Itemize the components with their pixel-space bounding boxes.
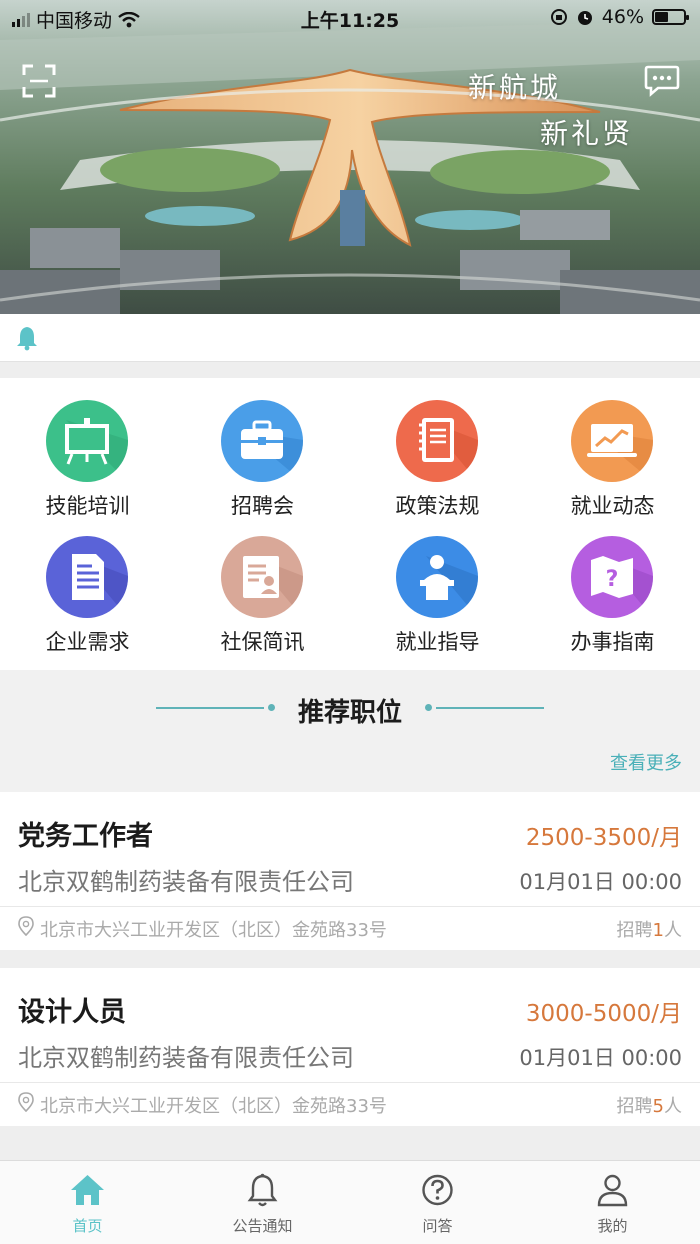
help-map-icon: ? bbox=[571, 536, 653, 618]
location-pin-icon bbox=[18, 1092, 34, 1112]
profile-card-icon bbox=[221, 536, 303, 618]
grid-item-label: 办事指南 bbox=[570, 630, 655, 654]
scan-icon[interactable] bbox=[22, 64, 56, 98]
easel-icon bbox=[46, 400, 128, 482]
grid-item-employment-guidance[interactable]: 就业指导 bbox=[350, 514, 525, 654]
job-company: 北京双鹤制药装备有限责任公司 bbox=[18, 868, 354, 896]
hire-prefix: 招聘 bbox=[616, 1096, 653, 1117]
home-icon bbox=[71, 1175, 104, 1205]
lecturer-icon bbox=[396, 536, 478, 618]
job-salary: 3000-5000/月 bbox=[525, 1001, 682, 1027]
slogan-line-1: 新航城 bbox=[468, 71, 562, 104]
battery-icon bbox=[652, 9, 689, 25]
grid-item-employment-news[interactable]: 就业动态 bbox=[525, 378, 700, 518]
hire-number: 1 bbox=[652, 920, 664, 941]
bell-icon bbox=[247, 1173, 278, 1207]
tab-mine[interactable]: 我的 bbox=[525, 1161, 700, 1244]
user-icon bbox=[597, 1174, 628, 1207]
job-title: 设计人员 bbox=[18, 997, 126, 1028]
rotation-lock-icon bbox=[550, 9, 567, 25]
tab-label: 我的 bbox=[597, 1217, 628, 1235]
job-card[interactable]: 设计人员 3000-5000/月 北京双鹤制药装备有限责任公司 01月01日 0… bbox=[0, 968, 700, 1126]
status-bar: 中国移动 上午11:25 46% bbox=[0, 0, 700, 36]
message-icon[interactable] bbox=[644, 64, 680, 98]
job-company: 北京双鹤制药装备有限责任公司 bbox=[18, 1044, 354, 1072]
job-card[interactable]: 党务工作者 2500-3500/月 北京双鹤制药装备有限责任公司 01月01日 … bbox=[0, 792, 700, 950]
job-title: 党务工作者 bbox=[18, 821, 153, 852]
grid-item-policy[interactable]: 政策法规 bbox=[350, 378, 525, 518]
job-address: 北京市大兴工业开发区（北区）金苑路33号 bbox=[40, 1096, 387, 1117]
view-more-link[interactable]: 查看更多 bbox=[610, 749, 682, 775]
title-divider-right bbox=[436, 707, 544, 709]
tab-qa[interactable]: 问答 bbox=[350, 1161, 525, 1244]
hire-number: 5 bbox=[652, 1096, 664, 1117]
recommended-jobs-header: 推荐职位 查看更多 bbox=[0, 670, 700, 792]
trend-chart-icon bbox=[571, 400, 653, 482]
feature-grid: 技能培训 招聘会 政策法规 就业动态 企业需求 社保简讯 就业指导 ? 办事指南 bbox=[0, 378, 700, 670]
grid-item-enterprise-demand[interactable]: 企业需求 bbox=[0, 514, 175, 654]
status-right: 46% bbox=[550, 6, 689, 28]
briefcase-icon bbox=[221, 400, 303, 482]
hire-suffix: 人 bbox=[664, 1096, 682, 1117]
job-hire-count: 招聘1人 bbox=[617, 916, 682, 942]
document-icon bbox=[46, 536, 128, 618]
airport-aerial-image bbox=[0, 0, 700, 314]
grid-item-label: 社保简讯 bbox=[220, 630, 305, 654]
svg-text:?: ? bbox=[606, 567, 619, 592]
tab-home[interactable]: 首页 bbox=[0, 1161, 175, 1244]
hire-prefix: 招聘 bbox=[616, 920, 653, 941]
job-hire-count: 招聘5人 bbox=[617, 1092, 682, 1118]
battery-percent: 46% bbox=[601, 6, 644, 28]
grid-item-social-security[interactable]: 社保简讯 bbox=[175, 514, 350, 654]
slogan-line-2: 新礼贤 bbox=[540, 117, 634, 150]
bell-icon bbox=[17, 327, 37, 351]
grid-item-label: 就业指导 bbox=[395, 630, 480, 654]
notebook-icon bbox=[396, 400, 478, 482]
alarm-icon bbox=[577, 11, 592, 25]
tab-label: 首页 bbox=[72, 1217, 103, 1235]
title-dot-right bbox=[425, 704, 432, 711]
card-divider bbox=[0, 1082, 700, 1083]
tab-label: 问答 bbox=[422, 1217, 453, 1235]
tab-announcements[interactable]: 公告通知 bbox=[175, 1161, 350, 1244]
grid-item-service-guide[interactable]: ? 办事指南 bbox=[525, 514, 700, 654]
hero-banner[interactable]: 中国移动 上午11:25 46% 新航城 新礼贤 bbox=[0, 0, 700, 314]
grid-item-skill-training[interactable]: 技能培训 bbox=[0, 378, 175, 518]
notice-bar[interactable] bbox=[0, 314, 700, 362]
job-salary: 2500-3500/月 bbox=[525, 825, 682, 851]
hire-suffix: 人 bbox=[664, 920, 682, 941]
job-address: 北京市大兴工业开发区（北区）金苑路33号 bbox=[40, 920, 387, 941]
tab-label: 公告通知 bbox=[232, 1217, 293, 1235]
job-date: 01月01日 00:00 bbox=[519, 870, 682, 894]
question-icon bbox=[422, 1174, 453, 1206]
grid-item-label: 企业需求 bbox=[45, 630, 130, 654]
card-divider bbox=[0, 906, 700, 907]
job-date: 01月01日 00:00 bbox=[519, 1046, 682, 1070]
bottom-tab-bar: 首页 公告通知 问答 我的 bbox=[0, 1160, 700, 1244]
grid-item-job-fair[interactable]: 招聘会 bbox=[175, 378, 350, 518]
location-pin-icon bbox=[18, 916, 34, 936]
section-title: 推荐职位 bbox=[297, 698, 402, 728]
